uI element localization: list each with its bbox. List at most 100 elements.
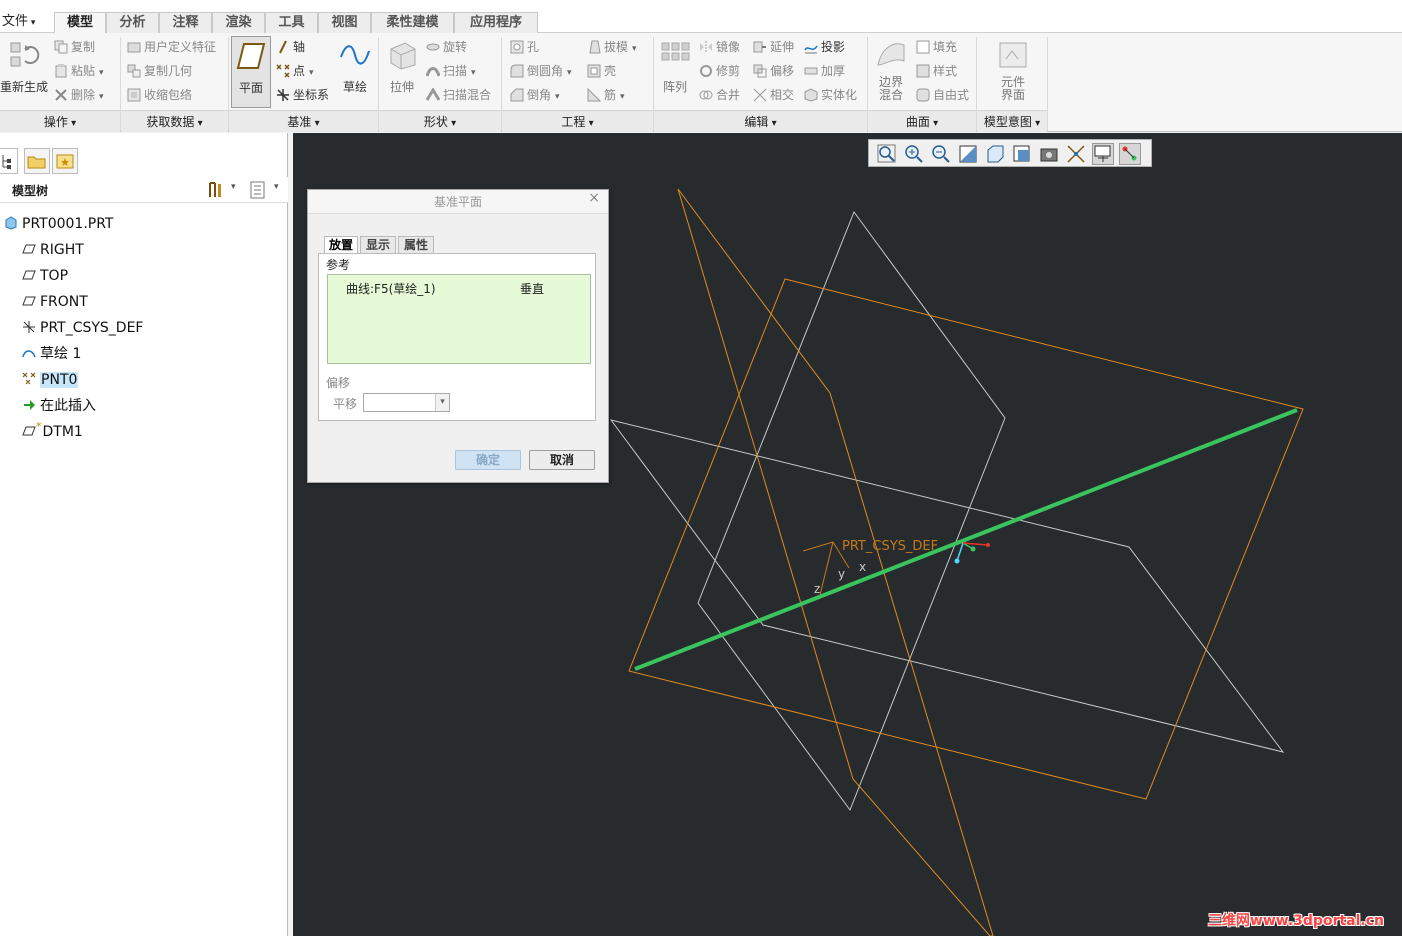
group-label-datum[interactable]: 基准	[229, 110, 378, 132]
refit-button[interactable]	[876, 143, 898, 165]
tab-properties[interactable]: 属性	[398, 236, 434, 254]
tree-item-dtm1[interactable]: *DTM1	[22, 420, 83, 444]
perspective-view-button[interactable]	[1065, 143, 1087, 165]
display-style-button[interactable]	[984, 143, 1006, 165]
tab-analysis[interactable]: 分析	[106, 12, 159, 33]
shell-button[interactable]: 壳	[587, 60, 616, 82]
copy-geometry-button[interactable]: 复制几何	[127, 60, 192, 82]
favorites-tab[interactable]	[52, 148, 78, 174]
hole-button[interactable]: 孔	[510, 36, 539, 58]
trim-button[interactable]: 修剪	[699, 60, 740, 82]
tab-tools[interactable]: 工具	[265, 12, 318, 33]
zoom-in-button[interactable]	[903, 143, 925, 165]
saved-orientations-button[interactable]	[1011, 143, 1033, 165]
chevron-down-icon[interactable]: ▾	[435, 394, 449, 411]
draft-icon	[589, 40, 601, 54]
mirror-button[interactable]: 镜像	[699, 36, 740, 58]
csys-button[interactable]: 坐标系	[276, 84, 329, 106]
copy-button[interactable]: 复制	[54, 36, 95, 58]
tree-item-insert-here[interactable]: 在此插入	[22, 394, 96, 418]
group-label-editing[interactable]: 编辑	[654, 110, 867, 132]
sketch-button[interactable]: 草绘	[338, 39, 372, 95]
group-label-surfaces[interactable]: 曲面	[868, 110, 976, 132]
user-defined-feature-button[interactable]: 用户定义特征	[127, 36, 216, 58]
references-collector[interactable]: 曲线:F5(草绘_1) 垂直	[327, 274, 591, 364]
datum-display-filters-button[interactable]	[1092, 143, 1114, 165]
close-icon[interactable]: ×	[588, 190, 600, 206]
datum-plane-white-1[interactable]	[697, 210, 1006, 812]
repaint-button[interactable]	[957, 143, 979, 165]
tab-display[interactable]: 显示	[360, 236, 396, 254]
plane-button[interactable]: 平面	[231, 36, 271, 108]
group-label-engineering[interactable]: 工程	[502, 110, 653, 132]
tab-view[interactable]: 视图	[318, 12, 371, 33]
style-icon	[916, 64, 930, 78]
tree-item-csys[interactable]: PRT_CSYS_DEF	[22, 316, 143, 340]
reference-constraint-dropdown[interactable]: 垂直	[520, 280, 544, 297]
group-label-model-intent[interactable]: 模型意图	[977, 110, 1047, 132]
group-label-operations[interactable]: 操作	[0, 110, 120, 132]
datum-point-triad[interactable]	[954, 542, 991, 564]
tab-annotate[interactable]: 注释	[159, 12, 212, 33]
project-button[interactable]: 投影	[804, 36, 845, 58]
saved-orientations-icon	[1013, 145, 1030, 162]
model-tree-tab[interactable]	[0, 148, 18, 174]
swept-blend-button[interactable]: 扫描混合	[426, 84, 491, 106]
revolve-button[interactable]: 旋转	[426, 36, 467, 58]
view-manager-button[interactable]	[1038, 143, 1060, 165]
offset-button[interactable]: 偏移	[753, 60, 794, 82]
solidify-button[interactable]: 实体化	[804, 84, 857, 106]
datum-plane-white-2[interactable]	[609, 419, 1285, 753]
pattern-button[interactable]: 阵列	[657, 39, 693, 95]
extrude-button[interactable]: 拉伸	[384, 39, 420, 95]
intersect-button[interactable]: 相交	[753, 84, 794, 106]
tree-item-sketch[interactable]: 草绘 1	[22, 342, 81, 366]
group-label-shapes[interactable]: 形状	[379, 110, 501, 132]
tree-item-point[interactable]: PNT0	[22, 368, 79, 392]
tab-render[interactable]: 渲染	[212, 12, 265, 33]
translate-input[interactable]: ▾	[363, 393, 450, 412]
chamfer-button[interactable]: 倒角 ▾	[510, 84, 560, 106]
tree-item-front[interactable]: FRONT	[22, 290, 88, 314]
model-tree-header: 模型树 ▾ ▾	[0, 177, 288, 203]
tab-flexible-modeling[interactable]: 柔性建模	[371, 12, 454, 33]
tree-item-part[interactable]: PRT0001.PRT	[4, 212, 114, 236]
style-button[interactable]: 样式	[916, 60, 957, 82]
tree-settings-dropdown-icon[interactable]: ▾	[231, 182, 236, 192]
paste-button[interactable]: 粘贴 ▾	[54, 60, 104, 82]
extend-button[interactable]: 延伸	[753, 36, 794, 58]
file-menu[interactable]: 文件 ▾	[0, 12, 46, 33]
tree-item-top[interactable]: TOP	[22, 264, 68, 288]
freestyle-button[interactable]: 自由式	[916, 84, 969, 106]
component-interface-button[interactable]: 元件界面	[994, 39, 1032, 102]
shrinkwrap-button[interactable]: 收缩包络	[127, 84, 192, 106]
tab-model[interactable]: 模型	[54, 12, 106, 34]
round-button[interactable]: 倒圆角 ▾	[510, 60, 572, 82]
axis-button[interactable]: 轴	[276, 36, 305, 58]
boundary-blend-button[interactable]: 边界混合	[872, 39, 910, 102]
draft-button[interactable]: 拔模 ▾	[587, 36, 637, 58]
favorites-icon	[56, 154, 74, 169]
sweep-button[interactable]: 扫描 ▾	[426, 60, 476, 82]
datum-plane-orange-2[interactable]	[677, 188, 994, 936]
show-options-icon[interactable]	[250, 181, 266, 199]
regenerate-button[interactable]: 重新生成	[0, 39, 48, 95]
fill-button[interactable]: 填充	[916, 36, 957, 58]
show-options-dropdown-icon[interactable]: ▾	[274, 182, 279, 192]
thicken-button[interactable]: 加厚	[804, 60, 845, 82]
point-button[interactable]: 点 ▾	[276, 60, 314, 82]
ok-button[interactable]: 确定	[455, 450, 521, 470]
rib-button[interactable]: 筋 ▾	[587, 84, 625, 106]
tab-applications[interactable]: 应用程序	[454, 12, 538, 33]
tree-item-right[interactable]: RIGHT	[22, 238, 84, 262]
reference-item[interactable]: 曲线:F5(草绘_1)	[346, 280, 436, 297]
folder-browser-tab[interactable]	[24, 148, 50, 174]
group-label-get-data[interactable]: 获取数据	[121, 110, 228, 132]
tree-settings-icon[interactable]	[206, 181, 224, 199]
zoom-out-button[interactable]	[930, 143, 952, 165]
merge-button[interactable]: 合并	[699, 84, 740, 106]
delete-button[interactable]: 删除 ▾	[54, 84, 104, 106]
cancel-button[interactable]: 取消	[529, 450, 595, 470]
annotation-display-button[interactable]	[1119, 143, 1141, 165]
sketch-curve[interactable]	[634, 408, 1298, 671]
